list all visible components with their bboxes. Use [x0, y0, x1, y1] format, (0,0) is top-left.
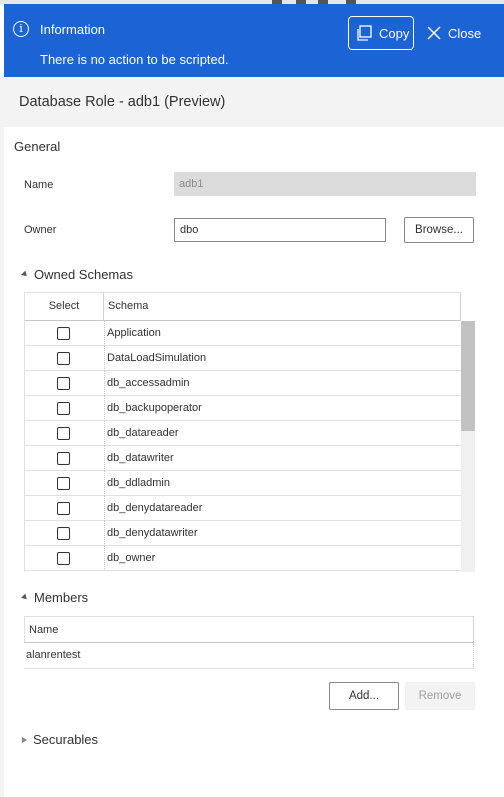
- table-header: Name: [24, 616, 474, 643]
- schema-name: db_denydatareader: [107, 502, 203, 514]
- cell-divider: [104, 521, 105, 546]
- title-bar: Database Role - adb1 (Preview): [4, 77, 504, 127]
- schema-name: db_backupoperator: [107, 402, 202, 414]
- members-label: Members: [34, 590, 89, 605]
- chevron-right-icon: [22, 736, 27, 743]
- table-row[interactable]: Application: [25, 321, 461, 346]
- select-checkbox[interactable]: [57, 402, 70, 415]
- column-header-select[interactable]: Select: [25, 293, 104, 321]
- securables-header[interactable]: Securables: [22, 732, 98, 747]
- copy-icon: [357, 25, 372, 41]
- owner-label: Owner: [24, 224, 57, 236]
- info-bar: i Information There is no action to be s…: [4, 4, 504, 77]
- header-divider: [460, 293, 461, 321]
- close-label: Close: [448, 25, 482, 41]
- cell-divider: [104, 496, 105, 521]
- owned-schemas-table: Select Schema Application DataLoadSimula…: [24, 292, 475, 572]
- copy-label: Copy: [379, 25, 410, 41]
- securables-label: Securables: [33, 732, 99, 747]
- remove-member-button[interactable]: Remove: [405, 682, 475, 710]
- scrollbar-thumb[interactable]: [461, 321, 475, 431]
- table-header: Select Schema: [25, 292, 461, 321]
- select-checkbox[interactable]: [57, 502, 70, 515]
- column-header-name[interactable]: Name: [29, 617, 58, 643]
- browse-button[interactable]: Browse...: [404, 217, 474, 243]
- cell-divider: [104, 371, 105, 396]
- info-icon: i: [13, 21, 29, 37]
- copy-button[interactable]: Copy: [348, 16, 414, 50]
- select-checkbox[interactable]: [57, 452, 70, 465]
- cell-divider: [104, 396, 105, 421]
- add-member-button[interactable]: Add...: [329, 682, 399, 710]
- member-name: alanrentest: [26, 649, 81, 661]
- cell-divider: [104, 346, 105, 371]
- schema-name: db_datareader: [107, 427, 179, 439]
- select-checkbox[interactable]: [57, 552, 70, 565]
- general-section-label: General: [14, 139, 61, 154]
- column-header-schema[interactable]: Schema: [108, 293, 148, 321]
- info-title: Information: [40, 22, 106, 37]
- name-label: Name: [24, 179, 54, 191]
- owner-field[interactable]: dbo: [174, 218, 386, 242]
- table-row[interactable]: db_ddladmin: [25, 471, 461, 496]
- owned-schemas-header[interactable]: Owned Schemas: [21, 267, 133, 282]
- table-row[interactable]: db_denydatareader: [25, 496, 461, 521]
- cell-divider: [104, 546, 105, 571]
- page-title: Database Role - adb1 (Preview): [19, 94, 226, 110]
- select-checkbox[interactable]: [57, 427, 70, 440]
- table-row[interactable]: db_owner: [25, 546, 461, 571]
- close-button[interactable]: Close: [426, 16, 481, 50]
- table-row[interactable]: alanrentest: [24, 643, 474, 669]
- select-checkbox[interactable]: [57, 352, 70, 365]
- schema-name: db_owner: [107, 552, 156, 564]
- table-row[interactable]: db_datareader: [25, 421, 461, 446]
- table-row[interactable]: db_backupoperator: [25, 396, 461, 421]
- cell-divider: [104, 446, 105, 471]
- name-field: adb1: [174, 172, 476, 196]
- cell-divider: [104, 421, 105, 446]
- schemas-scrollbar[interactable]: [461, 321, 475, 572]
- schema-name: db_ddladmin: [107, 477, 170, 489]
- table-row[interactable]: DataLoadSimulation: [25, 346, 461, 371]
- cell-divider: [104, 321, 105, 346]
- table-row[interactable]: db_accessadmin: [25, 371, 461, 396]
- chevron-down-icon: [21, 270, 29, 279]
- cell-divider: [104, 471, 105, 496]
- members-header[interactable]: Members: [21, 590, 89, 605]
- schema-name: db_datawriter: [107, 452, 174, 464]
- schema-name: db_accessadmin: [107, 377, 190, 389]
- schema-rows: Application DataLoadSimulation db_access…: [25, 321, 461, 571]
- select-checkbox[interactable]: [57, 477, 70, 490]
- owned-schemas-label: Owned Schemas: [34, 267, 133, 282]
- schema-name: Application: [107, 327, 161, 339]
- schema-name: db_denydatawriter: [107, 527, 198, 539]
- schema-name: DataLoadSimulation: [107, 352, 207, 364]
- close-icon: [427, 26, 441, 40]
- info-message: There is no action to be scripted.: [40, 52, 229, 67]
- chevron-down-icon: [21, 593, 29, 602]
- table-row[interactable]: db_datawriter: [25, 446, 461, 471]
- dialog-panel: Database Role - adb1 (Preview) General N…: [4, 77, 504, 797]
- select-checkbox[interactable]: [57, 327, 70, 340]
- table-row[interactable]: db_denydatawriter: [25, 521, 461, 546]
- select-checkbox[interactable]: [57, 527, 70, 540]
- members-table: Name alanrentest: [24, 616, 474, 670]
- select-checkbox[interactable]: [57, 377, 70, 390]
